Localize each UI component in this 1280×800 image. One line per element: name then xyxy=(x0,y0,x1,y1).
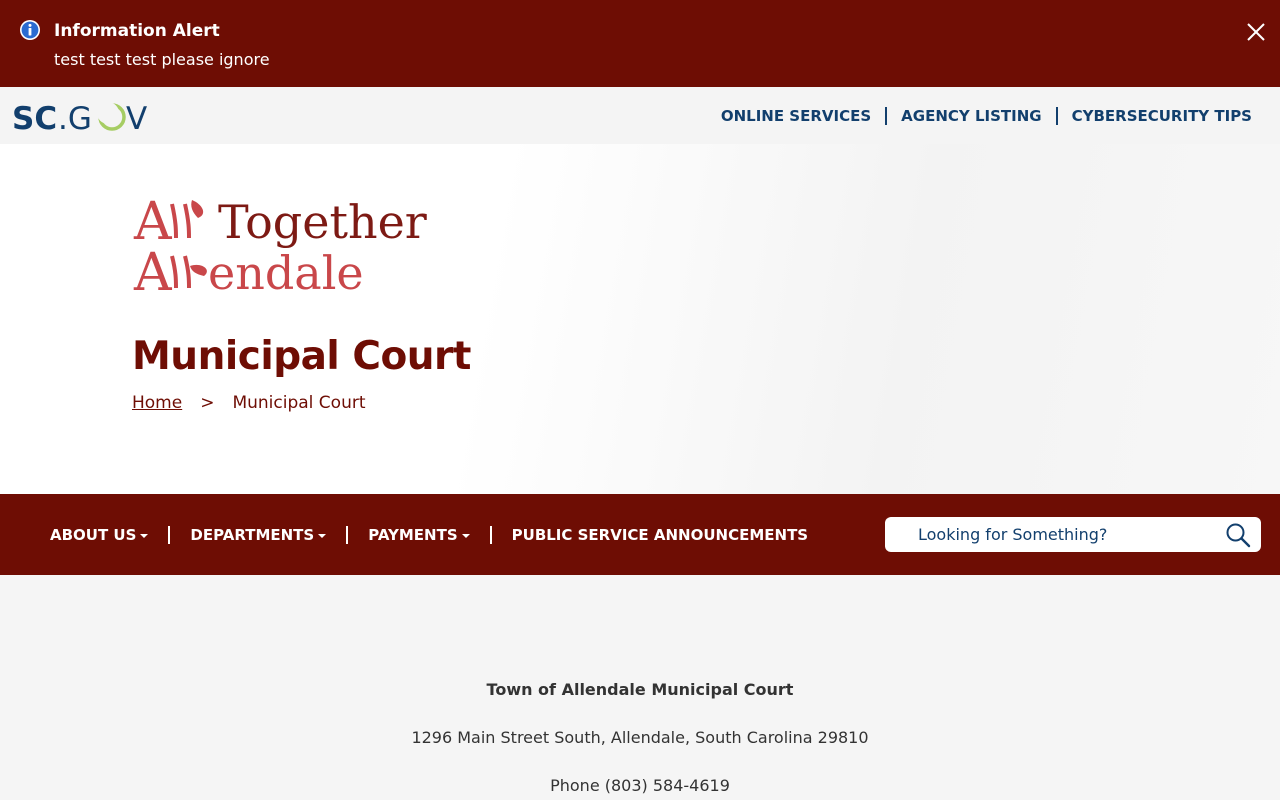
breadcrumb-home-link[interactable]: Home xyxy=(132,393,182,413)
divider xyxy=(346,526,349,544)
alert-title: Information Alert xyxy=(54,21,220,41)
top-navigation: ONLINE SERVICES AGENCY LISTING CYBERSECU… xyxy=(721,106,1252,126)
nav-about-us-label: ABOUT US xyxy=(50,526,137,544)
nav-payments-label: PAYMENTS xyxy=(368,526,458,544)
nav-about-us[interactable]: ABOUT US xyxy=(50,526,149,544)
nav-public-service-announcements[interactable]: PUBLIC SERVICE ANNOUNCEMENTS xyxy=(512,526,808,544)
scgov-logo[interactable]: SC .G V xyxy=(12,99,154,135)
divider xyxy=(168,526,171,544)
breadcrumb: Home > Municipal Court xyxy=(132,392,366,414)
search-icon[interactable] xyxy=(1225,522,1251,548)
alert-message: test test test please ignore xyxy=(54,50,270,69)
chevron-down-icon xyxy=(318,533,327,538)
close-icon[interactable] xyxy=(1245,21,1267,43)
svg-text:.G: .G xyxy=(58,101,92,135)
nav-payments[interactable]: PAYMENTS xyxy=(368,526,470,544)
main-content: Town of Allendale Municipal Court 1296 M… xyxy=(0,575,1280,800)
cybersecurity-tips-link[interactable]: CYBERSECURITY TIPS xyxy=(1072,107,1252,125)
online-services-link[interactable]: ONLINE SERVICES xyxy=(721,107,871,125)
chevron-down-icon xyxy=(140,533,149,538)
svg-text:Together: Together xyxy=(218,195,427,249)
search-box xyxy=(885,517,1261,552)
page-title: Municipal Court xyxy=(132,334,471,379)
divider xyxy=(489,526,492,544)
court-name: Town of Allendale Municipal Court xyxy=(486,680,794,699)
main-navigation: ABOUT US DEPARTMENTS PAYMENTS PUBLIC SER… xyxy=(50,524,808,546)
nav-public-service-announcements-label: PUBLIC SERVICE ANNOUNCEMENTS xyxy=(511,526,809,544)
chevron-down-icon xyxy=(461,533,470,538)
court-address: 1296 Main Street South, Allendale, South… xyxy=(411,728,869,747)
information-alert: Information Alert test test test please … xyxy=(0,0,1280,87)
search-input[interactable] xyxy=(885,517,1215,552)
info-icon xyxy=(20,20,40,40)
breadcrumb-current: Municipal Court xyxy=(232,393,366,413)
breadcrumb-separator: > xyxy=(200,393,215,413)
divider xyxy=(885,107,888,125)
svg-text:V: V xyxy=(126,101,147,135)
svg-text:SC: SC xyxy=(12,101,57,135)
court-phone: Phone (803) 584-4619 xyxy=(550,776,730,795)
svg-text:endale: endale xyxy=(208,246,364,297)
town-logo[interactable]: A Together A endale xyxy=(132,182,437,297)
svg-text:A: A xyxy=(133,243,173,297)
divider xyxy=(1055,107,1058,125)
nav-departments-label: DEPARTMENTS xyxy=(190,526,315,544)
nav-departments[interactable]: DEPARTMENTS xyxy=(190,526,327,544)
agency-listing-link[interactable]: AGENCY LISTING xyxy=(901,107,1041,125)
